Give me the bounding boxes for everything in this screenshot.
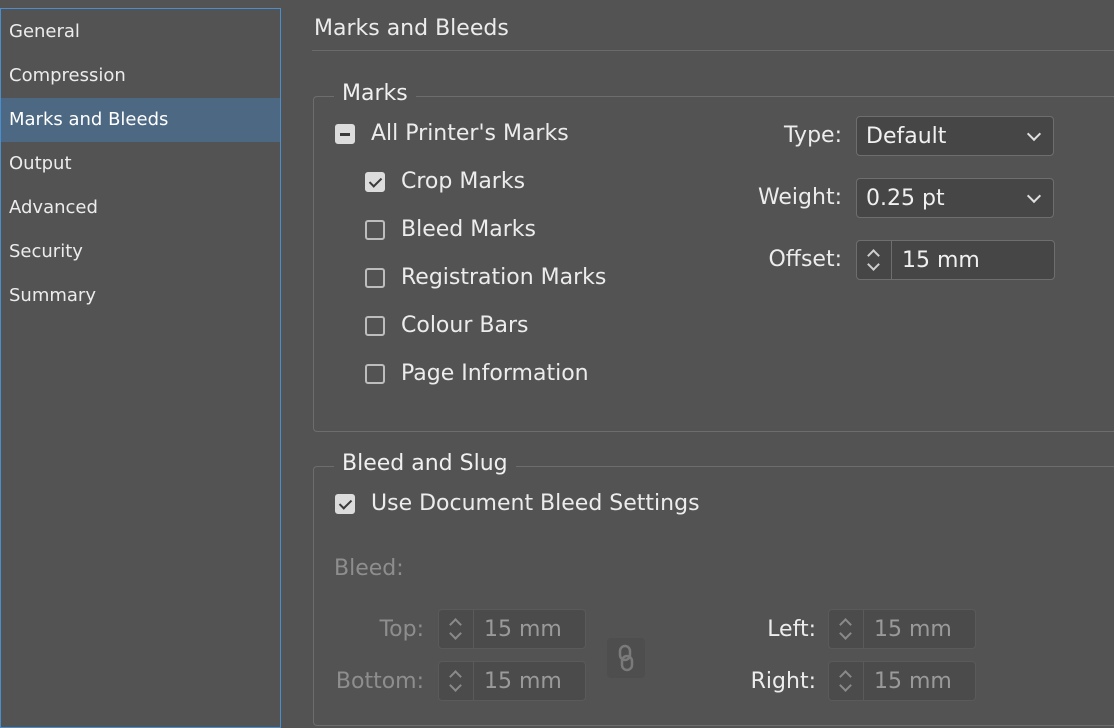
bleed-left-value: 15 mm — [874, 616, 952, 642]
stepper-arrows-icon — [439, 662, 474, 700]
bleed-right-value: 15 mm — [874, 668, 952, 694]
left-label: Left: — [767, 617, 816, 642]
checkbox-checked-icon — [335, 493, 355, 514]
use-document-bleed-checkbox[interactable]: Use Document Bleed Settings — [335, 491, 700, 516]
weight-label: Weight: — [757, 185, 842, 210]
sidebar-item-compression[interactable]: Compression — [1, 54, 280, 98]
bleed-slug-legend: Bleed and Slug — [334, 451, 516, 476]
sidebar-nav: General Compression Marks and Bleeds Out… — [0, 8, 281, 728]
type-value: Default — [866, 123, 947, 149]
use-document-bleed-label: Use Document Bleed Settings — [371, 491, 700, 516]
link-icon — [607, 638, 645, 678]
bleed-top-value: 15 mm — [484, 616, 562, 642]
offset-label: Offset: — [768, 247, 842, 272]
top-label: Top: — [379, 617, 424, 642]
bottom-label: Bottom: — [335, 669, 424, 694]
type-label: Type: — [784, 123, 842, 148]
chevron-down-icon — [1026, 126, 1042, 142]
checkbox-unchecked-icon — [365, 267, 385, 288]
title-divider — [312, 50, 1114, 51]
sidebar-item-marks-and-bleeds[interactable]: Marks and Bleeds — [1, 98, 280, 142]
weight-dropdown[interactable]: 0.25 pt — [856, 178, 1054, 218]
checkbox-unchecked-icon — [365, 219, 385, 240]
type-dropdown[interactable]: Default — [856, 116, 1054, 156]
page-title: Marks and Bleeds — [314, 16, 509, 41]
all-printers-marks-label: All Printer's Marks — [371, 121, 569, 146]
marks-legend: Marks — [334, 81, 416, 106]
stepper-arrows-icon — [829, 610, 864, 648]
page-information-checkbox[interactable]: Page Information — [365, 361, 589, 386]
bleed-top-stepper: 15 mm — [438, 609, 586, 649]
bleed-bottom-stepper: 15 mm — [438, 661, 586, 701]
bleed-marks-checkbox[interactable]: Bleed Marks — [365, 217, 536, 242]
chevron-down-icon — [1026, 188, 1042, 204]
bleed-right-stepper: 15 mm — [828, 661, 976, 701]
stepper-arrows-icon[interactable] — [857, 241, 892, 279]
page-information-label: Page Information — [401, 361, 589, 386]
bleed-marks-label: Bleed Marks — [401, 217, 536, 242]
offset-value[interactable]: 15 mm — [892, 248, 980, 273]
registration-marks-label: Registration Marks — [401, 265, 607, 290]
sidebar-item-output[interactable]: Output — [1, 142, 280, 186]
checkbox-mixed-icon — [335, 123, 355, 144]
bleed-left-stepper: 15 mm — [828, 609, 976, 649]
sidebar-item-advanced[interactable]: Advanced — [1, 186, 280, 230]
sidebar-item-general[interactable]: General — [1, 10, 280, 54]
stepper-arrows-icon — [829, 662, 864, 700]
checkbox-unchecked-icon — [365, 315, 385, 336]
sidebar-item-summary[interactable]: Summary — [1, 274, 280, 318]
checkbox-unchecked-icon — [365, 363, 385, 384]
registration-marks-checkbox[interactable]: Registration Marks — [365, 265, 606, 290]
weight-value: 0.25 pt — [866, 185, 945, 211]
stepper-arrows-icon — [439, 610, 474, 648]
sidebar-item-security[interactable]: Security — [1, 230, 280, 274]
right-label: Right: — [750, 669, 816, 694]
checkbox-checked-icon — [365, 171, 385, 192]
crop-marks-checkbox[interactable]: Crop Marks — [365, 169, 525, 194]
crop-marks-label: Crop Marks — [401, 169, 526, 194]
colour-bars-label: Colour Bars — [401, 313, 529, 338]
all-printers-marks-checkbox[interactable]: All Printer's Marks — [335, 121, 569, 146]
bleed-bottom-value: 15 mm — [484, 668, 562, 694]
bleed-label: Bleed: — [334, 556, 404, 581]
colour-bars-checkbox[interactable]: Colour Bars — [365, 313, 528, 338]
offset-stepper[interactable]: 15 mm — [856, 240, 1055, 280]
